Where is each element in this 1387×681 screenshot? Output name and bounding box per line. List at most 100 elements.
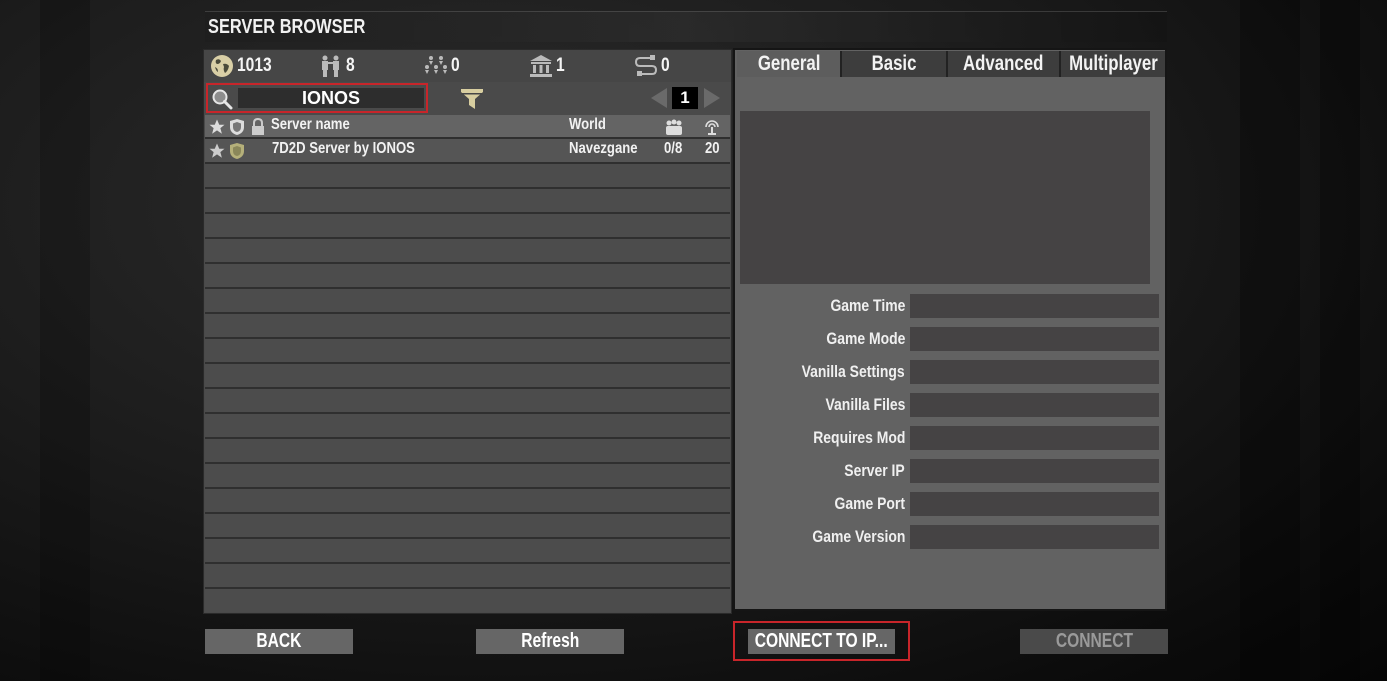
players-count: 0 (451, 55, 460, 76)
info-row: Requires Mod (735, 426, 1165, 450)
favorite-star-icon[interactable] (208, 118, 226, 136)
empty-table-row (205, 437, 730, 462)
empty-table-row (205, 337, 730, 362)
back-label: BACK (256, 630, 302, 652)
tab-label: Advanced (963, 52, 1044, 75)
search-input[interactable] (238, 88, 424, 108)
stat-friends[interactable]: 8 (319, 55, 357, 77)
empty-table-row (205, 312, 730, 337)
server-list-panel: 1013 8 0 1 0 IONOS 1 Server name World 7… (203, 49, 732, 614)
history-cable-icon (634, 55, 658, 76)
info-value (910, 492, 1159, 516)
background-tree (40, 0, 90, 681)
tab-label: Basic (871, 52, 917, 75)
info-row: Server IP (735, 459, 1165, 483)
previous-page-arrow[interactable] (651, 88, 667, 108)
background-tree (1320, 0, 1360, 681)
empty-table-row (205, 537, 730, 562)
empty-table-row (205, 212, 730, 237)
connect-button[interactable]: CONNECT (1020, 629, 1168, 654)
table-row[interactable]: 7D2D Server by IONOS Navezgane 0/8 20 (205, 137, 730, 162)
stat-lan[interactable]: 1 (529, 55, 567, 77)
background-tree (1240, 0, 1300, 681)
empty-table-row (205, 412, 730, 437)
info-row: Vanilla Settings (735, 360, 1165, 384)
server-name: 7D2D Server by IONOS (272, 140, 415, 157)
info-label: Game Version (812, 527, 905, 546)
column-world[interactable]: World (569, 116, 606, 134)
info-label: Requires Mod (812, 428, 905, 447)
info-label: Game Port (834, 494, 905, 513)
search-box (206, 83, 428, 113)
info-value (910, 327, 1159, 351)
server-players: 0/8 (664, 140, 683, 157)
tab-advanced[interactable]: Advanced (947, 51, 1061, 77)
connect-label: CONNECT (1055, 630, 1133, 652)
refresh-label: Refresh (520, 630, 580, 652)
globe-icon (211, 55, 233, 77)
info-value (910, 426, 1159, 450)
empty-table-row (205, 237, 730, 262)
server-preview-image (740, 111, 1150, 284)
connect-to-ip-label: CONNECT TO IP... (755, 630, 888, 652)
stat-players[interactable]: 0 (424, 55, 462, 77)
info-value (910, 459, 1159, 483)
info-label: Game Mode (825, 329, 905, 348)
empty-table-row (205, 512, 730, 537)
lan-count: 1 (556, 55, 565, 76)
empty-table-row (205, 487, 730, 512)
page-number: 1 (672, 87, 698, 109)
favorite-star-icon[interactable] (208, 142, 226, 160)
info-label: Vanilla Settings (801, 362, 905, 381)
tab-basic[interactable]: Basic (842, 51, 948, 77)
filter-icon[interactable] (460, 88, 484, 110)
server-details-panel: General Basic Advanced Multiplayer Game … (733, 48, 1167, 611)
ping-signal-icon[interactable] (703, 118, 721, 136)
shield-icon[interactable] (229, 118, 245, 136)
official-shield-icon (230, 143, 244, 159)
empty-table-row (205, 587, 730, 612)
players-icon (425, 56, 447, 74)
empty-table-row (205, 462, 730, 487)
empty-table-row (205, 162, 730, 187)
column-server-name[interactable]: Server name (271, 116, 350, 134)
info-row: Vanilla Files (735, 393, 1165, 417)
page-title: SERVER BROWSER (208, 16, 366, 38)
tab-multiplayer[interactable]: Multiplayer (1060, 51, 1165, 77)
empty-table-row (205, 362, 730, 387)
friends-icon (322, 55, 339, 77)
info-row: Game Port (735, 492, 1165, 516)
info-row: Game Mode (735, 327, 1165, 351)
servers-count: 1013 (237, 55, 272, 76)
tab-label: General (757, 52, 820, 75)
info-label: Server IP (844, 461, 905, 480)
connect-to-ip-button[interactable]: CONNECT TO IP... (748, 629, 895, 654)
players-column-icon[interactable] (664, 118, 684, 136)
tab-general[interactable]: General (737, 51, 843, 77)
empty-table-row (205, 187, 730, 212)
refresh-button[interactable]: Refresh (476, 629, 624, 654)
back-button[interactable]: BACK (205, 629, 353, 654)
table-header: Server name World (205, 115, 730, 137)
history-count: 0 (661, 55, 670, 76)
empty-table-row (205, 262, 730, 287)
tab-label: Multiplayer (1068, 52, 1158, 75)
info-value (910, 393, 1159, 417)
info-value (910, 525, 1159, 549)
title-bar: SERVER BROWSER (205, 11, 1167, 42)
info-row: Game Time (735, 294, 1165, 318)
empty-table-row (205, 387, 730, 412)
empty-table-row (205, 562, 730, 587)
lan-building-icon (530, 55, 552, 77)
next-page-arrow[interactable] (704, 88, 720, 108)
stat-all-servers[interactable]: 1013 (210, 55, 279, 77)
info-value (910, 294, 1159, 318)
server-world: Navezgane (569, 140, 638, 157)
server-ping: 20 (705, 140, 720, 157)
info-label: Game Time (830, 296, 905, 315)
search-icon (212, 89, 233, 110)
lock-icon[interactable] (250, 118, 266, 136)
stat-history[interactable]: 0 (634, 55, 672, 77)
friends-count: 8 (346, 55, 355, 76)
stats-bar: 1013 8 0 1 0 (204, 50, 731, 82)
